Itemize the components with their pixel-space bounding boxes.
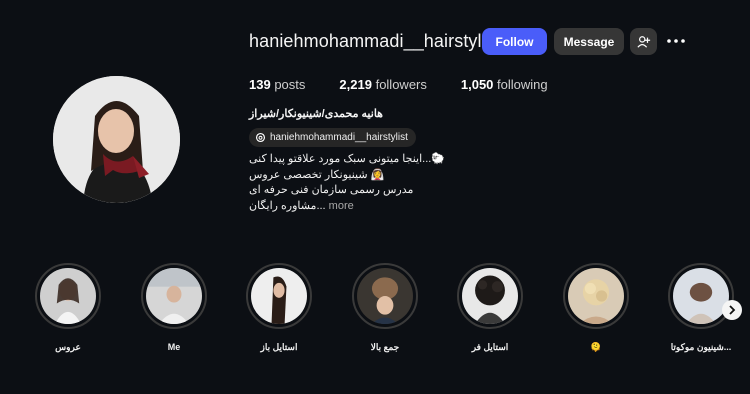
highlight-item[interactable]: Me bbox=[139, 263, 209, 352]
highlight-cover bbox=[568, 268, 624, 324]
profile-avatar[interactable] bbox=[53, 76, 180, 203]
following-label: following bbox=[497, 77, 548, 92]
highlight-cover bbox=[462, 268, 518, 324]
more-options-icon bbox=[667, 39, 685, 43]
posts-stat: 139 posts bbox=[249, 77, 305, 92]
more-options-button[interactable] bbox=[664, 33, 688, 49]
threads-handle: haniehmohammadi__hairstylist bbox=[270, 132, 408, 143]
bio-line: مدرس رسمی سازمان فنی حرفه ای bbox=[249, 184, 414, 196]
highlight-cover bbox=[251, 268, 307, 324]
highlight-label: استایل فر bbox=[471, 342, 509, 352]
bio-line: اینجا میتونی سبک مورد علاقتو پیدا کنی...… bbox=[249, 153, 446, 165]
followers-count: 2,219 bbox=[339, 77, 372, 92]
profile-stats: 139 posts 2,219 followers 1,050 followin… bbox=[249, 77, 582, 92]
bio-more-link[interactable]: more bbox=[329, 200, 354, 212]
highlight-cover bbox=[40, 268, 96, 324]
add-user-icon bbox=[636, 35, 650, 48]
highlight-label: عروس bbox=[55, 342, 81, 352]
highlight-cover bbox=[146, 268, 202, 324]
posts-label: posts bbox=[274, 77, 306, 92]
threads-icon bbox=[255, 132, 266, 143]
bio-line: مشاوره رایگان... bbox=[249, 199, 326, 212]
highlight-cover bbox=[357, 268, 413, 324]
highlight-item[interactable]: جمع بالا bbox=[350, 263, 420, 353]
profile-username: haniehmohammadi__hairstylist bbox=[249, 31, 500, 51]
highlight-item[interactable]: استایل باز bbox=[244, 263, 314, 353]
following-count: 1,050 bbox=[460, 77, 494, 92]
highlight-item[interactable]: استایل فر bbox=[455, 263, 525, 353]
highlight-label: استایل باز bbox=[260, 342, 298, 352]
message-button[interactable]: Message bbox=[554, 28, 624, 55]
highlight-item[interactable]: 🫠 bbox=[561, 263, 631, 353]
profile-full-name: هانیه محمدی/شینیونکار/شیراز bbox=[249, 108, 383, 120]
profile-bio: اینجا میتونی سبک مورد علاقتو پیدا کنی...… bbox=[249, 152, 445, 214]
profile-page: haniehmohammadi__hairstylist Follow Mess… bbox=[0, 0, 750, 394]
followers-label: followers bbox=[375, 77, 427, 92]
highlight-label: 🫠 bbox=[590, 342, 602, 352]
threads-badge[interactable]: haniehmohammadi__hairstylist bbox=[249, 128, 416, 147]
follow-button[interactable]: Follow bbox=[482, 28, 547, 55]
highlight-label: جمع بالا bbox=[370, 342, 400, 352]
following-stat[interactable]: 1,050 following bbox=[461, 77, 548, 92]
highlight-label: شینیون موکوتا... bbox=[670, 342, 732, 352]
highlight-item[interactable]: عروس bbox=[33, 263, 103, 353]
bio-line-last: مشاوره رایگان... more bbox=[249, 199, 445, 215]
followers-stat[interactable]: 2,219 followers bbox=[339, 77, 426, 92]
avatar-photo bbox=[53, 76, 180, 203]
bio-line: شینیونکار تخصصی عروس 👰‍♀️ bbox=[249, 168, 385, 181]
highlights-next-button[interactable] bbox=[722, 300, 742, 320]
highlight-cover bbox=[673, 268, 729, 324]
highlight-label: Me bbox=[167, 342, 181, 352]
posts-count: 139 bbox=[249, 77, 271, 92]
add-user-button[interactable] bbox=[630, 28, 657, 55]
chevron-right-icon bbox=[729, 305, 736, 315]
